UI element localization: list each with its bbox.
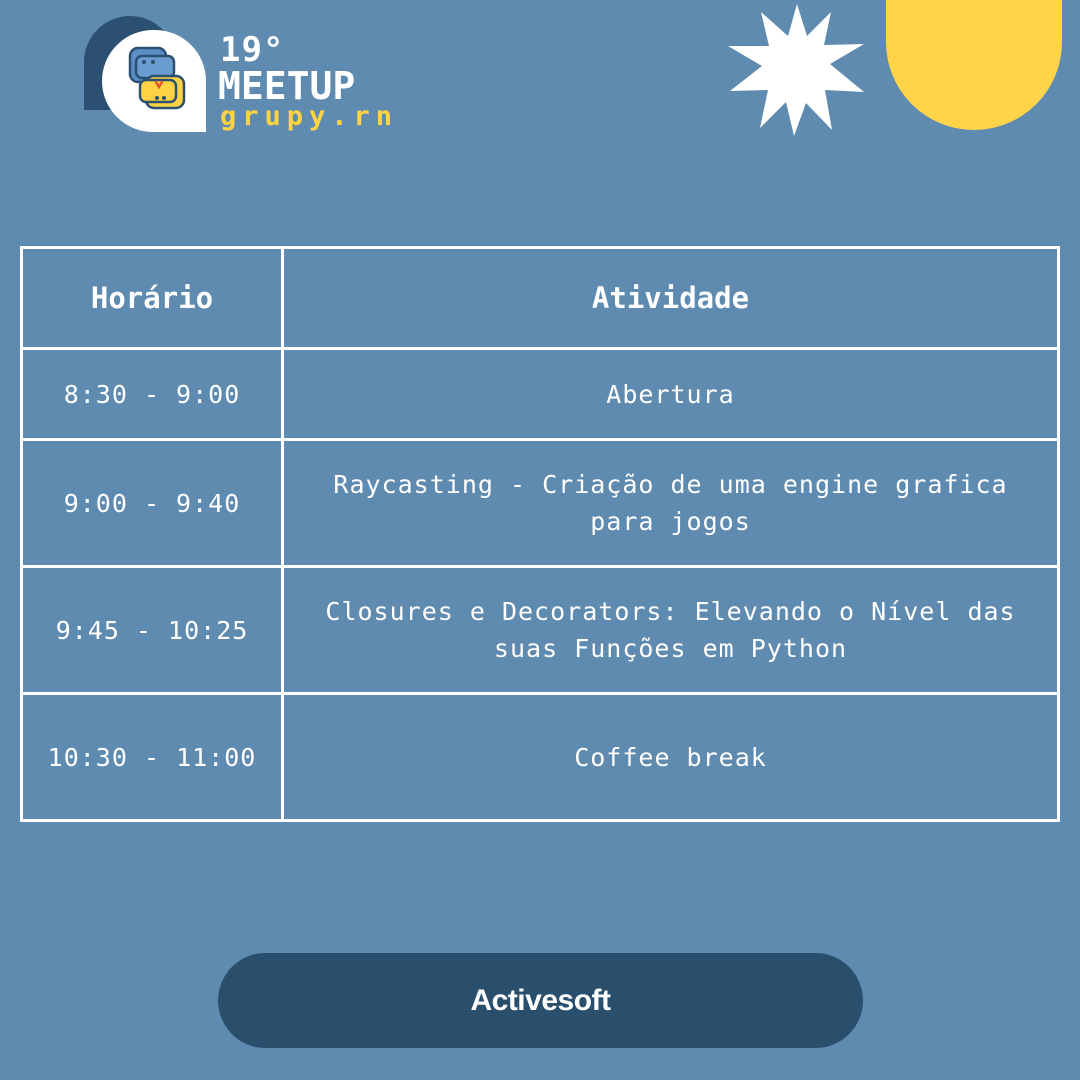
yellow-half-circle (886, 0, 1062, 130)
organization-name: grupy.rn (220, 101, 399, 132)
starburst-icon (728, 4, 864, 136)
edition-number: 19° (220, 30, 285, 70)
schedule-row: 9:00 - 9:40 Raycasting - Criação de uma … (20, 438, 1060, 568)
sponsor-logo-text: Activesoft (470, 983, 611, 1017)
schedule-time: 10:30 - 11:00 (20, 692, 284, 822)
schedule-time: 8:30 - 9:00 (20, 347, 284, 441)
schedule-time: 9:00 - 9:40 (20, 438, 284, 568)
schedule-activity: Closures e Decorators: Elevando o Nível … (281, 565, 1060, 695)
schedule-activity: Raycasting - Criação de uma engine grafi… (281, 438, 1060, 568)
activity-column-header: Atividade (281, 246, 1060, 350)
schedule-row: 8:30 - 9:00 Abertura (20, 347, 1060, 441)
schedule-time: 9:45 - 10:25 (20, 565, 284, 695)
event-title: MEETUP (218, 64, 356, 108)
time-column-header: Horário (20, 246, 284, 350)
sponsor-banner: Activesoft (218, 953, 863, 1048)
schedule-activity: Coffee break (281, 692, 1060, 822)
schedule-activity: Abertura (281, 347, 1060, 441)
schedule-row: 9:45 - 10:25 Closures e Decorators: Elev… (20, 565, 1060, 695)
schedule-row: 10:30 - 11:00 Coffee break (20, 692, 1060, 822)
schedule-header-row: Horário Atividade (20, 246, 1060, 350)
schedule-table: Horário Atividade 8:30 - 9:00 Abertura 9… (20, 246, 1060, 822)
python-logo-icon (128, 46, 186, 110)
